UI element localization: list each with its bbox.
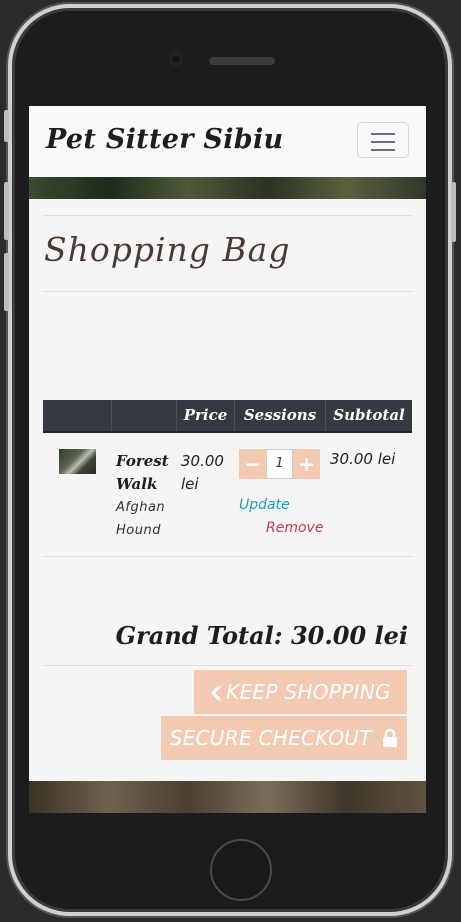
row-subtotal: 30.00 lei [330,450,396,468]
grand-total: Grand Total: 30.00 lei [115,621,408,650]
table-header: Price Sessions Subtotal [43,400,412,433]
divider [43,556,412,557]
chevron-left-icon [210,672,222,716]
product-price: 30.00 lei [181,452,224,493]
remove-link[interactable]: Remove [266,520,323,536]
hamburger-icon [371,133,395,135]
volume-down-button [4,253,9,311]
quantity-input[interactable]: 1 [266,449,293,479]
home-button[interactable] [210,839,272,901]
menu-toggle-button[interactable] [357,122,409,158]
divider [43,665,412,666]
product-name: Forest Walk [116,452,169,493]
app-screen: Pet Sitter Sibiu Shopping Bag Price Sess… [29,106,426,813]
column-header-image [43,400,111,431]
column-header-subtotal: Subtotal [325,400,412,431]
brand-logo[interactable]: Pet Sitter Sibiu [46,124,283,155]
secure-checkout-label: SECURE CHECKOUT [169,726,372,750]
lock-icon [382,718,398,762]
navbar: Pet Sitter Sibiu [29,106,426,177]
footer-image [29,781,426,813]
speaker-grille [209,57,275,65]
divider [43,215,412,216]
keep-shopping-label: KEEP SHOPPING [226,680,391,704]
decrement-quantity-button[interactable]: − [239,449,266,479]
product-thumbnail [59,449,96,474]
camera-icon [169,52,183,66]
keep-shopping-button[interactable]: KEEP SHOPPING [194,670,407,714]
column-header-item [111,400,176,431]
volume-up-button [4,182,9,240]
divider [43,291,412,292]
page-title: Shopping Bag [44,230,291,269]
update-link[interactable]: Update [239,497,290,513]
power-button [451,182,456,242]
mute-switch [4,110,9,142]
secure-checkout-button[interactable]: SECURE CHECKOUT [161,716,407,760]
increment-quantity-button[interactable]: + [293,449,320,479]
product-breed: Afghan Hound [116,500,166,538]
column-header-price: Price [176,400,234,431]
header-image [29,177,426,199]
column-header-sessions: Sessions [234,400,325,431]
